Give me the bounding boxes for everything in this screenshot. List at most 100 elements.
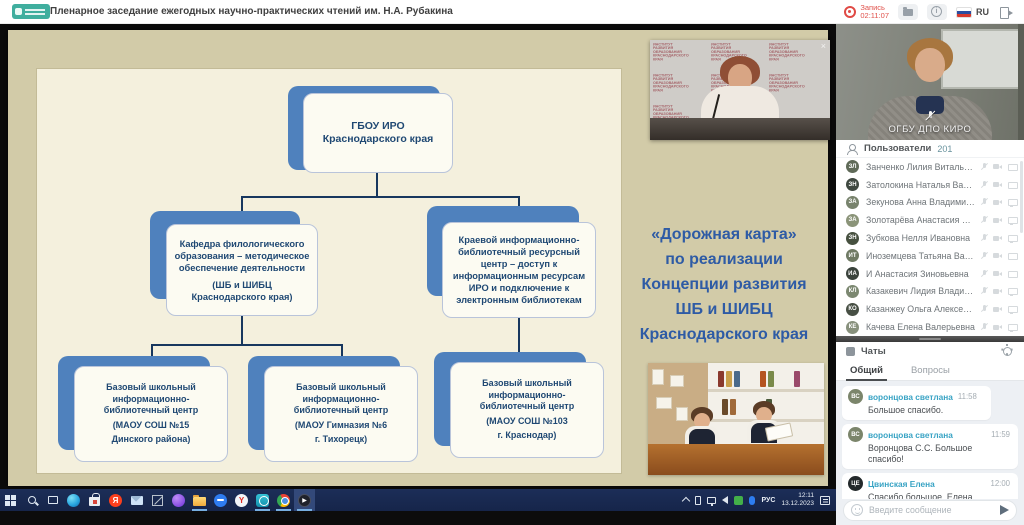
taskbar-yandex[interactable]: [105, 489, 126, 511]
mic-off-icon[interactable]: [980, 162, 988, 171]
camera-icon[interactable]: [993, 323, 1002, 332]
slide-headline: «Дорожная карта» по реализации Концепции…: [620, 222, 828, 347]
panel-resize-handle[interactable]: [836, 336, 1024, 342]
camera-icon[interactable]: [993, 234, 1002, 243]
speaker-video-overlay[interactable]: ИНСТИТУТ РАЗВИТИЯ ОБРАЗОВАНИЯ КРАСНОДАРС…: [650, 40, 830, 140]
recording-indicator[interactable]: Запись 02:11:07: [844, 4, 889, 20]
mic-off-icon[interactable]: [980, 234, 988, 243]
tab-general[interactable]: Общий: [836, 360, 897, 380]
chat-message-list: ВС воронцова светлана 11:58 Большое спас…: [836, 381, 1024, 499]
chat-message: ВС воронцова светлана 11:59 Воронцова С.…: [842, 424, 1018, 469]
taskbar-file-explorer[interactable]: [189, 489, 210, 511]
taskbar-clock-app[interactable]: [252, 489, 273, 511]
org-node-sublabel: (МАОУ Гимназия №6: [295, 420, 387, 432]
user-row[interactable]: ИТ Иноземцева Татьяна Васильевна: [836, 247, 1024, 265]
screen-share-icon[interactable]: [1007, 234, 1016, 243]
play-button-icon: [298, 494, 311, 507]
user-row[interactable]: ИА И Анастасия Зиновьевна: [836, 265, 1024, 283]
screen-share-icon[interactable]: [1007, 323, 1016, 332]
screen-share-icon[interactable]: [1007, 180, 1016, 189]
webcam-video[interactable]: ОГБУ ДПО КИРО: [836, 24, 1024, 140]
avatar: ЗН: [846, 178, 859, 191]
language-switcher[interactable]: RU: [956, 7, 989, 18]
user-row[interactable]: КЕ Качева Елена Валерьевна: [836, 318, 1024, 336]
camera-icon[interactable]: [993, 287, 1002, 296]
tray-volume-icon[interactable]: [722, 496, 728, 504]
avatar: ЦЕ: [848, 476, 863, 491]
taskbar-blue-app[interactable]: [210, 489, 231, 511]
tray-network-icon[interactable]: [707, 497, 716, 504]
taskbar-edge[interactable]: [63, 489, 84, 511]
leave-meeting-icon[interactable]: [998, 5, 1014, 19]
avatar: ИТ: [846, 249, 859, 262]
headline-line: «Дорожная карта»: [620, 222, 828, 247]
taskbar-purple-app[interactable]: [168, 489, 189, 511]
taskbar-media-player[interactable]: [294, 489, 315, 511]
camera-icon[interactable]: [993, 251, 1002, 260]
tray-antivirus-icon[interactable]: [734, 496, 743, 505]
user-row[interactable]: ЗЛ Занченко Лилия Витальевна: [836, 158, 1024, 176]
user-row[interactable]: КЛ Казакевич Лидия Владимировна: [836, 283, 1024, 301]
files-button[interactable]: [898, 4, 918, 20]
tray-device-icon[interactable]: [695, 496, 701, 505]
photo-desk: [648, 444, 824, 475]
platform-logo-badge[interactable]: [12, 4, 50, 19]
camera-icon[interactable]: [993, 269, 1002, 278]
mic-off-icon[interactable]: [980, 287, 988, 296]
mic-off-icon[interactable]: [980, 305, 988, 314]
emoji-icon[interactable]: [851, 504, 863, 516]
gear-icon[interactable]: [1003, 347, 1012, 356]
taskbar-search[interactable]: [21, 489, 42, 511]
user-row[interactable]: КО Казанжеу Ольга Алексеевна Алекс...: [836, 300, 1024, 318]
mic-off-icon[interactable]: [980, 216, 988, 225]
avatar: КЛ: [846, 285, 859, 298]
camera-icon[interactable]: [993, 198, 1002, 207]
mic-off-icon[interactable]: [980, 198, 988, 207]
tray-bluetooth-icon[interactable]: [749, 496, 755, 505]
screen-share-icon[interactable]: [1007, 216, 1016, 225]
tray-language[interactable]: РУС: [761, 497, 775, 504]
taskbar-mail[interactable]: [126, 489, 147, 511]
screen-share-icon[interactable]: [1007, 198, 1016, 207]
screen-share-icon[interactable]: [1007, 305, 1016, 314]
org-node-label: Базовый школьный информационно-библиотеч…: [272, 382, 410, 417]
mic-off-icon[interactable]: [980, 251, 988, 260]
send-icon[interactable]: [1000, 505, 1009, 515]
camera-icon[interactable]: [993, 162, 1002, 171]
taskbar-3d-viewer[interactable]: [147, 489, 168, 511]
screen-share-icon[interactable]: [1007, 287, 1016, 296]
tray-clock[interactable]: 12:11 13.12.2023: [781, 492, 814, 508]
action-center-icon[interactable]: [820, 496, 830, 505]
mic-off-icon[interactable]: [980, 180, 988, 189]
message-time: 11:59: [991, 430, 1010, 439]
overlay-close-icon[interactable]: ×: [821, 41, 826, 51]
camera-icon[interactable]: [993, 216, 1002, 225]
taskbar-chrome[interactable]: [273, 489, 294, 511]
screen-share-icon[interactable]: [1007, 162, 1016, 171]
start-button[interactable]: [0, 489, 21, 511]
user-row[interactable]: ЗА Зекунова Анна Владимировна: [836, 194, 1024, 212]
yandex-browser-icon: [235, 494, 248, 507]
mic-off-icon[interactable]: [980, 323, 988, 332]
screen-share-icon[interactable]: [1007, 251, 1016, 260]
connector: [518, 314, 520, 356]
user-row[interactable]: ЗН Затолокина Наталья Васильевна: [836, 176, 1024, 194]
user-row[interactable]: ЗА Золотарёва Анастасия Васильевна: [836, 211, 1024, 229]
screen-share-icon[interactable]: [1007, 269, 1016, 278]
message-input[interactable]: [869, 505, 994, 515]
camera-icon[interactable]: [993, 305, 1002, 314]
task-view-button[interactable]: [42, 489, 63, 511]
taskbar-store[interactable]: [84, 489, 105, 511]
users-scrollbar[interactable]: [1020, 161, 1023, 233]
user-row[interactable]: ЗН Зубкова Нелля Ивановна: [836, 229, 1024, 247]
users-header[interactable]: Пользователи 201: [836, 140, 1024, 158]
mic-off-icon[interactable]: [980, 269, 988, 278]
tab-questions[interactable]: Вопросы: [897, 360, 964, 380]
participant-face: [915, 48, 945, 82]
slide: ГБОУ ИРО Краснодарского края Кафедра фил…: [8, 30, 828, 486]
tray-expand-icon[interactable]: [682, 497, 690, 505]
taskbar-yandex-browser[interactable]: [231, 489, 252, 511]
org-node-school-103: Базовый школьный информационно-библиотеч…: [434, 352, 604, 458]
camera-icon[interactable]: [993, 180, 1002, 189]
info-button[interactable]: [927, 4, 947, 20]
